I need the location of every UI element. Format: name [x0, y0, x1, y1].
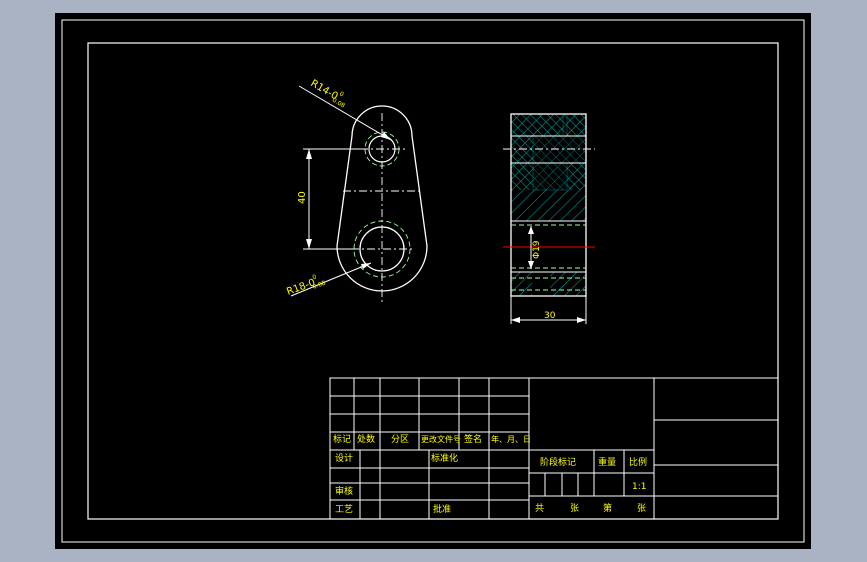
r14-arrow — [381, 132, 391, 140]
standardize-label: 标准化 — [431, 452, 458, 464]
r14-leader — [298, 85, 392, 141]
title-block: 标记 处数 分区 更改文件号 签名 年、月、日 设计 标准化 审核 工艺 批准 … — [329, 377, 779, 520]
w-arrow-right — [577, 317, 586, 323]
svg-text:0.08: 0.08 — [331, 97, 346, 110]
title-block-outline — [329, 377, 779, 520]
r18-arrow — [361, 263, 371, 269]
r14-label: R14-0 0 0.08 — [309, 78, 347, 110]
sheet-no-label: 第 — [603, 502, 612, 514]
dim-40-arrow-top — [306, 149, 312, 159]
design-label: 设计 — [335, 452, 353, 464]
rev-header-date: 年、月、日 — [491, 434, 531, 444]
rev-header-mark: 标记 — [333, 433, 351, 445]
drawing-canvas: 40 R14-0 0 0.08 R18-0 0 0.08 Φ19 30 标记 处… — [55, 13, 811, 549]
scale-label: 比例 — [629, 456, 647, 468]
sheet-unit2-label: 张 — [637, 503, 646, 514]
w-arrow-left — [511, 317, 520, 323]
rev-header-zone: 分区 — [391, 434, 409, 445]
front-view: 40 R14-0 0 0.08 R18-0 0 0.08 — [285, 78, 428, 303]
svg-text:0: 0 — [311, 273, 317, 281]
rev-header-count: 处数 — [357, 433, 375, 445]
rev-header-sign: 签名 — [464, 433, 482, 445]
side-inner-slot — [532, 272, 550, 296]
sheet-total-label: 共 — [535, 503, 544, 514]
scale-value: 1:1 — [632, 482, 646, 492]
side-view: Φ19 30 — [503, 113, 595, 324]
phi-dim-text: Φ19 — [532, 240, 542, 259]
rev-header-docno: 更改文件号 — [421, 434, 461, 444]
dim-40-arrow-bottom — [306, 239, 312, 249]
process-label: 工艺 — [335, 504, 353, 515]
dim-40-text: 40 — [297, 191, 308, 204]
cad-drawing: 40 R14-0 0 0.08 R18-0 0 0.08 Φ19 30 标记 处… — [61, 19, 805, 543]
approve-label: 批准 — [433, 503, 451, 515]
stage-label: 阶段标记 — [540, 456, 576, 468]
r18-label: R18-0 0 0.08 — [285, 273, 327, 297]
weight-label: 重量 — [598, 456, 616, 468]
sheet-unit-label: 张 — [570, 503, 579, 514]
review-label: 审核 — [335, 485, 353, 497]
w-dim-text: 30 — [544, 311, 556, 321]
inner-border — [87, 42, 779, 520]
